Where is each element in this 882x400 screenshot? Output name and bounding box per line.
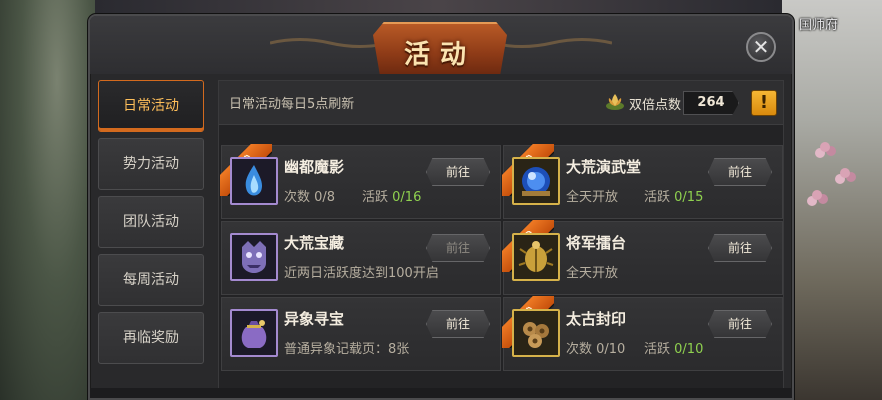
content-header: 日常活动每日5点刷新 双倍点数 264 ! xyxy=(219,81,783,125)
activity-points: 活跃 0/16 xyxy=(362,186,421,205)
treasure-sack-icon xyxy=(230,309,278,357)
background-scene-right: 国师府 xyxy=(782,0,882,400)
activity-name: 将军擂台 xyxy=(566,234,627,252)
blossom-decoration xyxy=(820,142,830,152)
activity-status: 近两日活跃度达到100开启 xyxy=(284,266,439,281)
activity-name: 大荒演武堂 xyxy=(566,158,642,176)
go-button[interactable]: 前往 xyxy=(426,158,490,186)
window-title: 活动 xyxy=(403,40,476,70)
activity-content: 日常活动每日5点刷新 双倍点数 264 ! 挑战幽都魔影次数 0/8活跃 0/1… xyxy=(218,80,784,392)
double-points-value: 264 xyxy=(683,91,739,115)
seal-stones-icon xyxy=(512,309,560,357)
activity-points-value: 0/15 xyxy=(674,190,704,205)
blossom-decoration xyxy=(812,190,822,200)
go-button[interactable]: 前往 xyxy=(426,310,490,338)
activity-card[interactable]: 挑战大荒演武堂全天开放活跃 0/15前往 xyxy=(502,144,783,219)
activity-name: 太古封印 xyxy=(566,310,627,328)
lotus-icon xyxy=(606,94,624,110)
activity-status: 次数 0/10 xyxy=(566,342,626,357)
tab-1[interactable]: 势力活动 xyxy=(98,138,204,190)
activity-card[interactable]: 挑战太古封印次数 0/10活跃 0/10前往 xyxy=(502,296,783,371)
npc-location-label: 国师府 xyxy=(798,18,838,33)
tab-3[interactable]: 每周活动 xyxy=(98,254,204,306)
double-points-label: 双倍点数 xyxy=(629,98,682,113)
activity-status: 普通异象记载页：8张 xyxy=(284,342,410,357)
activity-status: 次数 0/8 xyxy=(284,190,336,205)
go-button[interactable]: 前往 xyxy=(708,158,772,186)
tab-0[interactable]: 日常活动 xyxy=(98,80,204,132)
activity-points-label: 活跃 xyxy=(362,190,389,205)
activity-points: 活跃 0/15 xyxy=(644,186,703,205)
side-tabs: 日常活动势力活动团队活动每周活动再临奖励 xyxy=(98,80,204,370)
activity-card[interactable]: 比武将军擂台全天开放前往 xyxy=(502,220,783,295)
ornament-wing-left xyxy=(270,38,390,48)
go-button[interactable]: 前往 xyxy=(708,234,772,262)
demon-mask-icon xyxy=(230,233,278,281)
blue-orb-icon xyxy=(512,157,560,205)
refresh-note: 日常活动每日5点刷新 xyxy=(229,97,355,112)
activity-status: 全天开放 xyxy=(566,266,619,281)
activity-name: 异象寻宝 xyxy=(284,310,345,328)
ornament-wing-right xyxy=(492,38,612,48)
tab-4[interactable]: 再临奖励 xyxy=(98,312,204,364)
panel-bottom-strip xyxy=(90,388,792,398)
panel-header: 活动 ✕ xyxy=(90,16,792,74)
activity-points-label: 活跃 xyxy=(644,342,671,357)
activity-panel: 活动 ✕ 日常活动势力活动团队活动每周活动再临奖励 日常活动每日5点刷新 双倍点… xyxy=(88,14,794,400)
background-scene-left xyxy=(0,0,95,400)
golden-scarab-icon xyxy=(512,233,560,281)
activity-status: 全天开放 xyxy=(566,190,619,205)
blue-flame-icon xyxy=(230,157,278,205)
title-plate: 活动 xyxy=(373,22,507,74)
activity-name: 幽都魔影 xyxy=(284,158,345,176)
close-button[interactable]: ✕ xyxy=(746,32,776,62)
activity-card[interactable]: 大荒宝藏近两日活跃度达到100开启 前往 xyxy=(221,221,501,295)
activity-points-value: 0/16 xyxy=(392,190,422,205)
info-button[interactable]: ! xyxy=(751,90,777,116)
close-icon: ✕ xyxy=(752,35,770,59)
exclamation-icon: ! xyxy=(759,92,769,113)
blossom-decoration xyxy=(840,168,850,178)
activity-name: 大荒宝藏 xyxy=(284,234,345,252)
activity-points-label: 活跃 xyxy=(644,190,671,205)
activity-grid: 挑战幽都魔影次数 0/8活跃 0/16前往挑战大荒演武堂全天开放活跃 0/15前… xyxy=(220,144,783,371)
activity-points-value: 0/10 xyxy=(674,342,704,357)
activity-card[interactable]: 异象寻宝普通异象记载页：8张 前往 xyxy=(221,297,501,371)
go-button[interactable]: 前往 xyxy=(708,310,772,338)
activity-card[interactable]: 挑战幽都魔影次数 0/8活跃 0/16前往 xyxy=(220,144,501,219)
tab-2[interactable]: 团队活动 xyxy=(98,196,204,248)
go-button[interactable]: 前往 xyxy=(426,234,490,262)
activity-points: 活跃 0/10 xyxy=(644,338,703,357)
